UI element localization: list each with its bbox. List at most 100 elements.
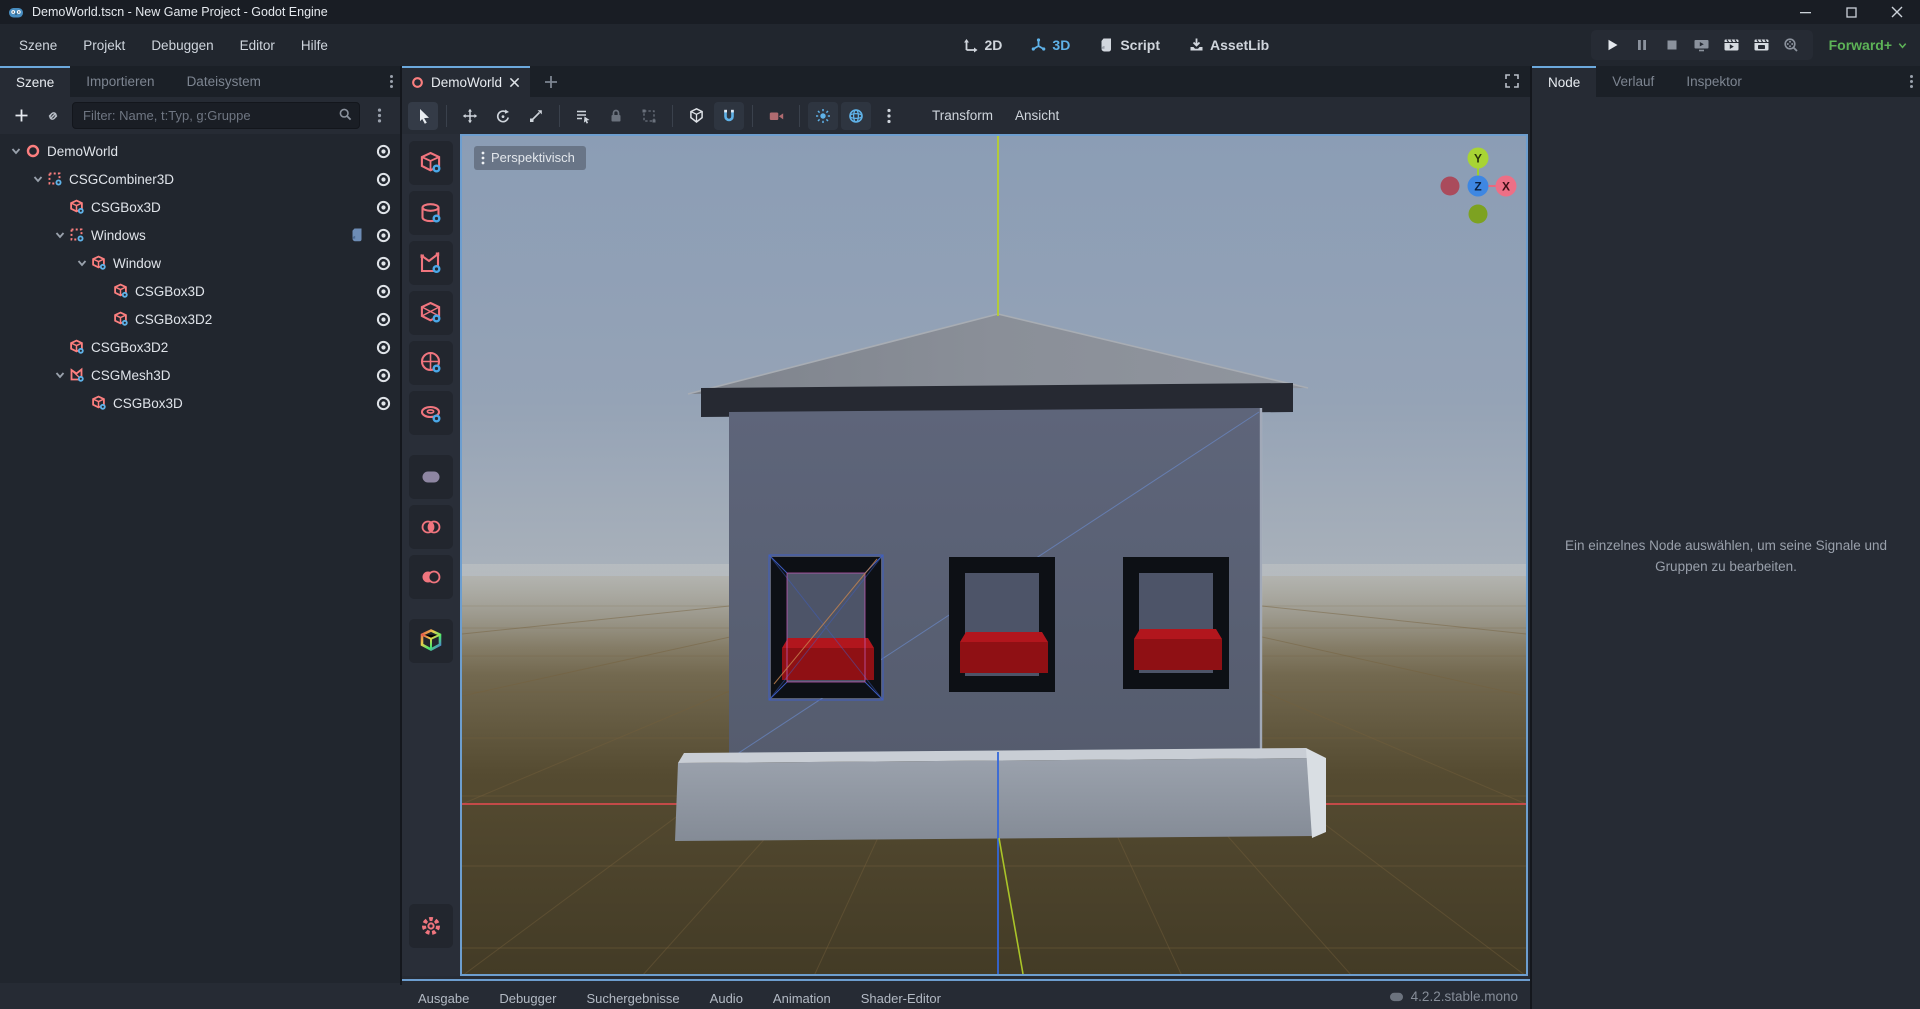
gizmo-neg-x[interactable] <box>1441 177 1460 196</box>
visibility-eye-icon[interactable] <box>375 367 392 384</box>
instance-scene-button[interactable] <box>40 103 66 129</box>
tree-row-csgbox3d2[interactable]: CSGBox3D2 <box>0 333 400 361</box>
workspace-2d[interactable]: 2D <box>954 32 1012 58</box>
script-icon[interactable] <box>350 227 365 243</box>
visibility-eye-icon[interactable] <box>375 339 392 356</box>
op-subtract-button[interactable] <box>409 555 453 599</box>
bottom-tab-ausgabe[interactable]: Ausgabe <box>418 991 469 1006</box>
viewport-menu-transform[interactable]: Transform <box>921 103 1004 128</box>
chevron-down-icon[interactable] <box>54 229 66 241</box>
visibility-eye-icon[interactable] <box>375 311 392 328</box>
scene-tab-demoworld[interactable]: DemoWorld <box>402 66 530 97</box>
renderer-dropdown[interactable]: Forward+ <box>1829 37 1908 53</box>
settings-button[interactable] <box>409 904 453 948</box>
visibility-eye-icon[interactable] <box>375 199 392 216</box>
csg-cylinder-button[interactable] <box>409 191 453 235</box>
minimize-button[interactable] <box>1782 0 1828 24</box>
move-tool-button[interactable] <box>455 102 485 130</box>
bottom-tab-shader-editor[interactable]: Shader-Editor <box>861 991 941 1006</box>
visibility-eye-icon[interactable] <box>375 283 392 300</box>
bottom-tab-animation[interactable]: Animation <box>773 991 831 1006</box>
tree-options-icon[interactable] <box>366 103 392 129</box>
list-select-tool-button[interactable] <box>568 102 598 130</box>
tree-row-csgbox3d2[interactable]: CSGBox3D2 <box>0 305 400 333</box>
csg-polygon-button[interactable] <box>409 241 453 285</box>
right-dock-tab-verlauf[interactable]: Verlauf <box>1596 66 1670 97</box>
play-custom-scene-button[interactable] <box>1749 33 1775 57</box>
scene-filter-input[interactable] <box>72 102 360 129</box>
tree-row-csgbox3d[interactable]: CSGBox3D <box>0 277 400 305</box>
tree-row-demoworld[interactable]: DemoWorld <box>0 137 400 165</box>
menu-szene[interactable]: Szene <box>6 32 70 59</box>
bottom-tab-audio[interactable]: Audio <box>710 991 743 1006</box>
add-node-button[interactable] <box>8 103 34 129</box>
tree-row-csgbox3d[interactable]: CSGBox3D <box>0 193 400 221</box>
tree-row-csgmesh3d[interactable]: CSGMesh3D <box>0 361 400 389</box>
menu-editor[interactable]: Editor <box>227 32 288 59</box>
menu-projekt[interactable]: Projekt <box>70 32 138 59</box>
remote-debug-button[interactable] <box>1689 33 1715 57</box>
version-label[interactable]: 4.2.2.stable.mono <box>1411 989 1518 1004</box>
ws-script-icon <box>1098 37 1114 53</box>
chevron-down-icon[interactable] <box>32 173 44 185</box>
movie-maker-button[interactable] <box>1779 33 1805 57</box>
lock-tool-button[interactable] <box>601 102 631 130</box>
menu-debuggen[interactable]: Debuggen <box>138 32 226 59</box>
close-icon[interactable] <box>509 77 520 88</box>
visibility-eye-icon[interactable] <box>375 227 392 244</box>
group-tool-button[interactable] <box>634 102 664 130</box>
csg-sphere-button[interactable] <box>409 341 453 385</box>
play-button[interactable] <box>1599 33 1625 57</box>
more-tool-button[interactable] <box>874 102 904 130</box>
scale-tool-button[interactable] <box>521 102 551 130</box>
close-button[interactable] <box>1874 0 1920 24</box>
play-movie-button[interactable] <box>1719 33 1745 57</box>
left-dock-tab-szene[interactable]: Szene <box>0 66 70 97</box>
op-union-button[interactable] <box>409 455 453 499</box>
projection-dropdown[interactable]: Perspektivisch <box>474 146 586 170</box>
right-dock-tab-inspektor[interactable]: Inspektor <box>1670 66 1758 97</box>
tree-row-windows[interactable]: Windows <box>0 221 400 249</box>
chevron-down-icon[interactable] <box>54 369 66 381</box>
visibility-eye-icon[interactable] <box>375 143 392 160</box>
gridmap-button[interactable] <box>409 619 453 663</box>
bottom-tab-debugger[interactable]: Debugger <box>499 991 556 1006</box>
right-dock-options-icon[interactable] <box>1909 66 1914 97</box>
workspace-assetlib[interactable]: AssetLib <box>1179 32 1278 58</box>
3d-viewport[interactable]: Y X Z Perspektivisch <box>460 134 1528 976</box>
workspace-script[interactable]: Script <box>1089 32 1169 58</box>
tree-row-window[interactable]: Window <box>0 249 400 277</box>
visibility-eye-icon[interactable] <box>375 255 392 272</box>
right-dock-tab-node[interactable]: Node <box>1532 66 1596 97</box>
bottom-tab-suchergebnisse[interactable]: Suchergebnisse <box>586 991 679 1006</box>
sun-tool-button[interactable] <box>808 102 838 130</box>
stop-button[interactable] <box>1659 33 1685 57</box>
tree-row-csgcombiner3d[interactable]: CSGCombiner3D <box>0 165 400 193</box>
left-dock-tab-importieren[interactable]: Importieren <box>70 66 170 97</box>
viewport-menu-ansicht[interactable]: Ansicht <box>1004 103 1070 128</box>
csg-torus-button[interactable] <box>409 391 453 435</box>
snap-object-tool-button[interactable] <box>681 102 711 130</box>
magnet-tool-button[interactable] <box>714 102 744 130</box>
op-intersect-button[interactable] <box>409 505 453 549</box>
maximize-button[interactable] <box>1828 0 1874 24</box>
gizmo-neg-y[interactable] <box>1469 205 1488 224</box>
left-dock-options-icon[interactable] <box>389 66 394 97</box>
environment-tool-button[interactable] <box>841 102 871 130</box>
camera-preview-tool-button[interactable] <box>761 102 791 130</box>
pause-button[interactable] <box>1629 33 1655 57</box>
new-scene-tab-button[interactable] <box>530 66 572 97</box>
select-tool-button[interactable] <box>408 102 438 130</box>
chevron-down-icon[interactable] <box>76 257 88 269</box>
visibility-eye-icon[interactable] <box>375 395 392 412</box>
csg-mesh-button[interactable] <box>409 291 453 335</box>
menu-hilfe[interactable]: Hilfe <box>288 32 341 59</box>
chevron-down-icon[interactable] <box>10 145 22 157</box>
left-dock-tab-dateisystem[interactable]: Dateisystem <box>171 66 277 97</box>
rotate-tool-button[interactable] <box>488 102 518 130</box>
workspace-3d[interactable]: 3D <box>1021 32 1079 58</box>
expand-viewport-icon[interactable] <box>1504 73 1520 89</box>
csg-box-button[interactable] <box>409 141 453 185</box>
tree-row-csgbox3d[interactable]: CSGBox3D <box>0 389 400 417</box>
visibility-eye-icon[interactable] <box>375 171 392 188</box>
